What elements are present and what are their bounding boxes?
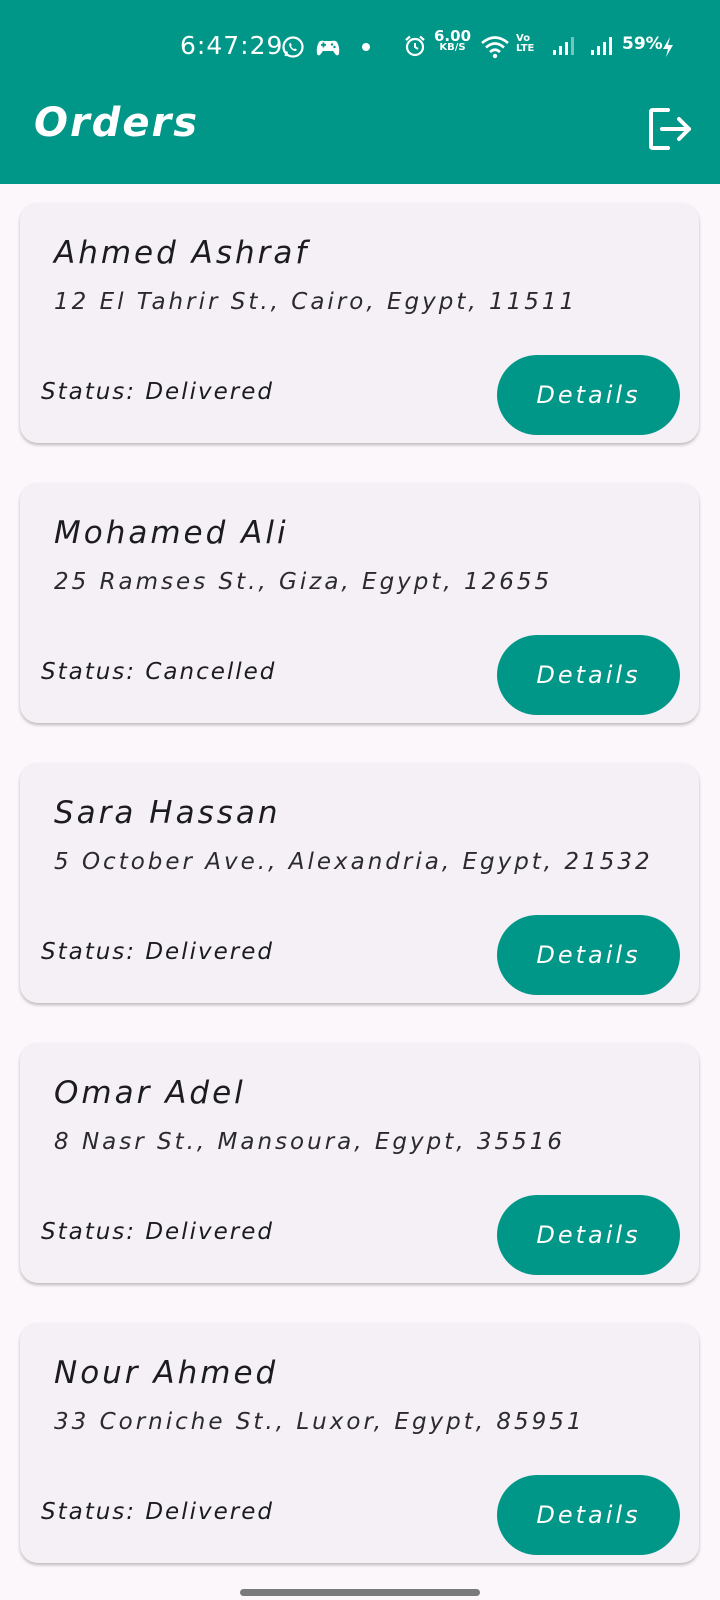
details-button[interactable]: Details <box>497 1475 680 1555</box>
game-controller-icon <box>316 40 340 56</box>
status-time: 6:47:29 <box>180 31 284 60</box>
customer-address: 12 El Tahrir St., Cairo, Egypt, 11511 <box>54 289 578 315</box>
customer-address: 25 Ramses St., Giza, Egypt, 12655 <box>54 569 553 595</box>
logout-icon[interactable] <box>648 107 694 151</box>
order-status: Status: Cancelled <box>41 659 277 685</box>
network-speed-value: 6.00 <box>434 27 472 45</box>
customer-address: 33 Corniche St., Luxor, Egypt, 85951 <box>54 1409 585 1435</box>
volte-bottom: LTE <box>516 43 535 54</box>
order-status: Status: Delivered <box>41 379 274 405</box>
wifi-icon <box>481 36 509 59</box>
customer-name: Sara Hassan <box>54 795 281 831</box>
order-status: Status: Delivered <box>41 1499 274 1525</box>
home-indicator[interactable] <box>240 1589 480 1596</box>
details-button[interactable]: Details <box>497 635 680 715</box>
details-button[interactable]: Details <box>497 915 680 995</box>
order-status: Status: Delivered <box>41 1219 274 1245</box>
network-speed-unit: KB/S <box>439 42 466 53</box>
notification-dot-icon <box>362 43 370 51</box>
network-speed: 6.00 KB/S <box>434 27 472 54</box>
status-bar: 6:47:29 6.00 KB/S Vo LTE 59% <box>0 0 720 92</box>
app-header: 6:47:29 6.00 KB/S Vo LTE 59% Orders <box>0 0 720 184</box>
customer-name: Ahmed Ashraf <box>54 235 310 271</box>
signal-icon <box>553 37 574 55</box>
customer-name: Nour Ahmed <box>54 1355 279 1391</box>
customer-name: Mohamed Ali <box>54 515 289 551</box>
order-card: Omar Adel 8 Nasr St., Mansoura, Egypt, 3… <box>20 1043 699 1283</box>
alarm-icon <box>405 35 425 57</box>
orders-screen: 6:47:29 6.00 KB/S Vo LTE 59% Orders Ahme… <box>0 0 720 1600</box>
volte-indicator: Vo LTE <box>516 34 534 54</box>
order-card: Mohamed Ali 25 Ramses St., Giza, Egypt, … <box>20 483 699 723</box>
details-button[interactable]: Details <box>497 1195 680 1275</box>
details-button[interactable]: Details <box>497 355 680 435</box>
signal-icon-2 <box>591 37 612 55</box>
customer-address: 5 October Ave., Alexandria, Egypt, 21532 <box>54 849 653 875</box>
customer-address: 8 Nasr St., Mansoura, Egypt, 35516 <box>54 1129 566 1155</box>
page-title: Orders <box>34 100 200 146</box>
order-card: Ahmed Ashraf 12 El Tahrir St., Cairo, Eg… <box>20 203 699 443</box>
battery-percent: 59% <box>622 34 663 54</box>
whatsapp-icon <box>282 36 304 58</box>
order-status: Status: Delivered <box>41 939 274 965</box>
charging-icon <box>663 37 673 57</box>
order-card: Sara Hassan 5 October Ave., Alexandria, … <box>20 763 699 1003</box>
order-card: Nour Ahmed 33 Corniche St., Luxor, Egypt… <box>20 1323 699 1563</box>
customer-name: Omar Adel <box>54 1075 246 1111</box>
